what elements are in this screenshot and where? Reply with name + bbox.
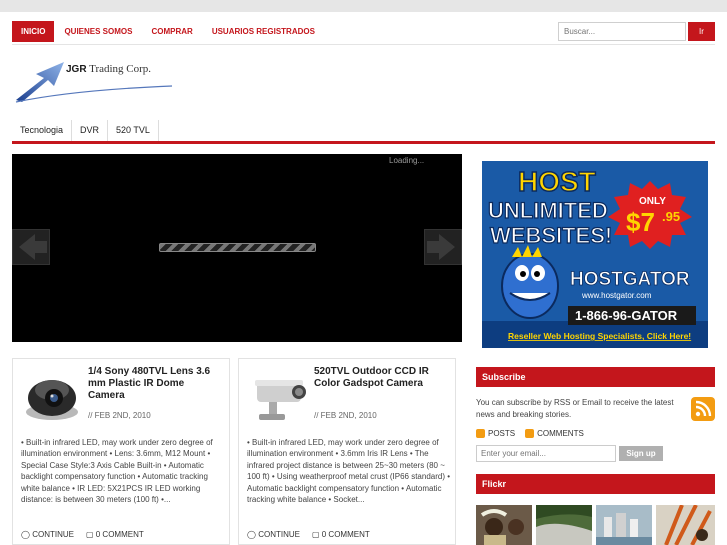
comment-icon: ▢ (85, 530, 96, 539)
top-bar (0, 0, 727, 12)
nav-quienes-somos[interactable]: QUIENES SOMOS (55, 21, 141, 42)
slider-progress-bar (159, 243, 316, 252)
ad-cents: .95 (662, 209, 680, 224)
comments-feed-label: COMMENTS (537, 429, 584, 438)
nav-comprar[interactable]: COMPRAR (142, 21, 201, 42)
search-button[interactable]: Ir (688, 22, 715, 41)
arrow-right-icon (427, 234, 455, 260)
post-excerpt: • Built-in infrared LED, may work under … (21, 438, 213, 505)
flickr-photo[interactable] (536, 505, 592, 545)
continue-icon: ◯ (247, 530, 259, 539)
logo-bold: JGR (66, 64, 87, 75)
logo-rest: Trading Corp. (89, 63, 152, 75)
ad-brand: HOSTGATOR (570, 269, 690, 290)
post-title[interactable]: 1/4 Sony 480TVL Lens 3.6 mm Plastic IR D… (88, 366, 223, 402)
cat-520tvl[interactable]: 520 TVL (108, 120, 159, 141)
ad-line3: WEBSITES! (490, 223, 612, 248)
feed-links: POSTS COMMENTS (476, 429, 584, 438)
flickr-photo-ride (656, 505, 715, 545)
rss-glyph-icon (695, 400, 712, 417)
slider-prev-button[interactable] (12, 229, 50, 265)
continue-icon: ◯ (21, 530, 33, 539)
posts-feed-label: POSTS (488, 429, 516, 438)
ad-tagline: Reseller Web Hosting Specialists, Click … (508, 331, 691, 341)
comments-feed-link[interactable]: COMMENTS (525, 429, 584, 438)
post-card: 1/4 Sony 480TVL Lens 3.6 mm Plastic IR D… (12, 358, 230, 545)
comments-label: 0 COMMENT (321, 530, 370, 539)
ad-line1: HOST (518, 166, 596, 197)
rss-small-icon (525, 429, 535, 438)
continue-label: CONTINUE (258, 530, 300, 539)
search-input[interactable] (558, 22, 686, 41)
email-field[interactable] (476, 445, 616, 462)
subscribe-text: You can subscribe by RSS or Email to rec… (476, 398, 674, 419)
ad-price: $7 (626, 207, 655, 237)
hostgator-ad-banner[interactable]: HOST UNLIMITED WEBSITES! ONLY $7 .95 HOS… (482, 161, 708, 348)
post-excerpt: • Built-in infrared LED, may work under … (247, 438, 451, 505)
dome-camera-image (26, 380, 78, 420)
ad-url: www.hostgator.com (581, 291, 652, 300)
flickr-photo-people (476, 505, 532, 545)
signup-button[interactable]: Sign up (619, 446, 663, 461)
ad-phone: 1-866-96-GATOR (575, 308, 678, 323)
logo-text: JGR Trading Corp. (66, 63, 151, 75)
bullet-camera-image (255, 380, 306, 420)
flickr-photo[interactable] (476, 505, 532, 545)
category-navigation: Tecnologia DVR 520 TVL (12, 120, 159, 141)
comments-link[interactable]: ▢ 0 COMMENT (312, 530, 370, 539)
arrow-left-icon (19, 234, 47, 260)
ad-line2: UNLIMITED (488, 198, 608, 223)
top-navigation: INICIO QUIENES SOMOS COMPRAR USUARIOS RE… (12, 21, 324, 42)
flickr-photo[interactable] (596, 505, 652, 545)
continue-link[interactable]: ◯ CONTINUE (21, 530, 74, 539)
continue-link[interactable]: ◯ CONTINUE (247, 530, 300, 539)
post-date: // FEB 2ND, 2010 (88, 411, 151, 420)
continue-label: CONTINUE (32, 530, 74, 539)
category-underline (12, 141, 715, 144)
comments-link[interactable]: ▢ 0 COMMENT (86, 530, 144, 539)
flickr-heading: Flickr (476, 474, 715, 494)
ad-artwork: HOST UNLIMITED WEBSITES! ONLY $7 .95 HOS… (482, 161, 708, 348)
nav-inicio[interactable]: INICIO (12, 21, 55, 42)
ad-only: ONLY (639, 196, 666, 207)
flickr-photo-city (596, 505, 652, 545)
slider-next-button[interactable] (424, 229, 462, 265)
post-footer: ◯ CONTINUE ▢ 0 COMMENT (21, 530, 144, 539)
cat-tecnologia[interactable]: Tecnologia (12, 120, 73, 141)
subscribe-heading: Subscribe (476, 367, 715, 387)
posts-feed-link[interactable]: POSTS (476, 429, 515, 438)
comments-label: 0 COMMENT (95, 530, 144, 539)
flickr-photo-river (536, 505, 592, 545)
post-card: 520TVL Outdoor CCD IR Color Gadspot Came… (238, 358, 456, 545)
post-footer: ◯ CONTINUE ▢ 0 COMMENT (247, 530, 370, 539)
flickr-photo[interactable] (656, 505, 715, 545)
cat-dvr[interactable]: DVR (72, 120, 109, 141)
comment-icon: ▢ (311, 530, 322, 539)
post-date: // FEB 2ND, 2010 (314, 411, 377, 420)
rss-feed-icon[interactable] (691, 397, 715, 421)
rss-small-icon (476, 429, 485, 438)
slider-loading-text: Loading... (389, 156, 425, 165)
header-divider (12, 44, 715, 45)
nav-usuarios-registrados[interactable]: USUARIOS REGISTRADOS (203, 21, 324, 42)
post-title[interactable]: 520TVL Outdoor CCD IR Color Gadspot Came… (314, 366, 449, 390)
